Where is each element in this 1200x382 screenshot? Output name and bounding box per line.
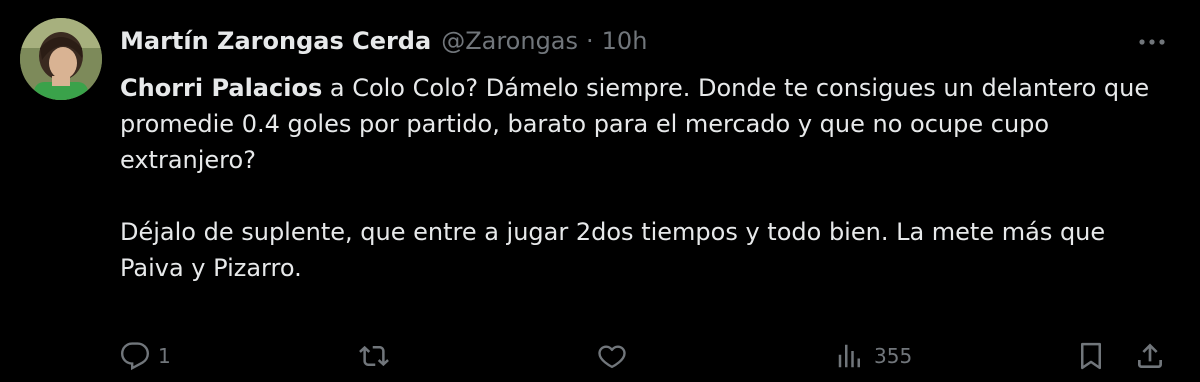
tweet-text: Chorri Palacios a Colo Colo? Dámelo siem… xyxy=(120,70,1170,286)
share-button[interactable] xyxy=(1134,336,1166,376)
tweet-paragraph-2: Déjalo de suplente, que entre a jugar 2d… xyxy=(120,218,1106,282)
tweet-paragraph-1: Chorri Palacios a Colo Colo? Dámelo siem… xyxy=(120,70,1170,178)
tweet-header: Martín Zarongas Cerda @Zarongas · 10h xyxy=(120,24,647,58)
avatar[interactable] xyxy=(20,18,102,100)
reply-button[interactable]: 1 xyxy=(120,336,171,376)
reply-count: 1 xyxy=(158,344,171,368)
tweet[interactable]: Martín Zarongas Cerda @Zarongas · 10h Ch… xyxy=(0,0,1200,382)
more-horizontal-icon xyxy=(1139,39,1165,45)
header-separator: · xyxy=(586,27,594,55)
analytics-icon xyxy=(838,344,860,368)
reply-icon xyxy=(120,342,150,371)
share-icon xyxy=(1138,343,1162,368)
author-display-name[interactable]: Martín Zarongas Cerda xyxy=(120,24,431,58)
tweet-timestamp[interactable]: 10h xyxy=(602,24,648,58)
tweet-actions: 1 355 xyxy=(0,336,1200,376)
more-options-button[interactable] xyxy=(1134,28,1170,56)
heart-icon xyxy=(598,345,626,369)
views-button[interactable]: 355 xyxy=(834,336,912,376)
retweet-button[interactable] xyxy=(358,336,398,376)
like-button[interactable] xyxy=(596,336,636,376)
author-handle[interactable]: @Zarongas xyxy=(441,24,578,58)
mentioned-name: Chorri Palacios xyxy=(120,74,323,102)
bookmark-button[interactable] xyxy=(1076,336,1106,376)
views-count: 355 xyxy=(874,344,913,368)
bookmark-icon xyxy=(1081,342,1101,370)
retweet-icon xyxy=(359,345,389,367)
